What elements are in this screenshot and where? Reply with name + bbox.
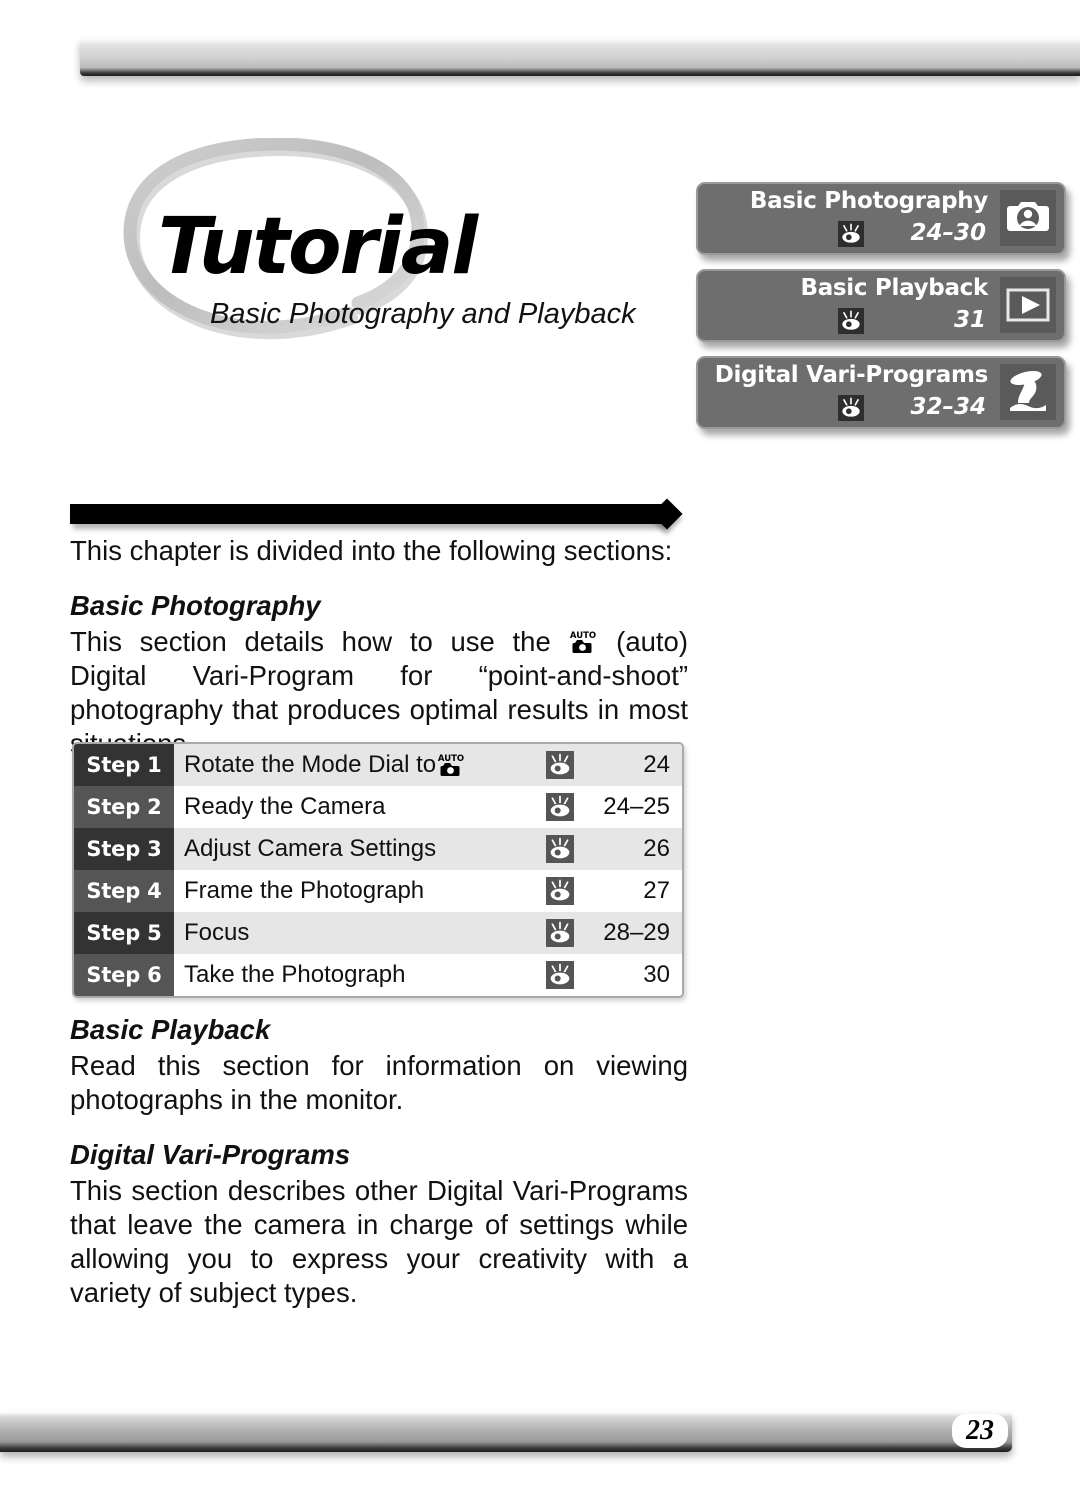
section-heading-basic-playback: Basic Playback <box>70 1014 271 1045</box>
eye-reference-icon <box>838 308 864 334</box>
body-text-before-icon: This section details how to use the <box>70 626 569 657</box>
camera-portrait-icon <box>1000 190 1056 246</box>
step-label: Take the Photograph <box>184 961 406 988</box>
table-row[interactable]: Step 6 Take the Photograph 30 <box>74 954 682 996</box>
auto-mode-icon: AUTO <box>570 629 596 655</box>
eye-reference-icon <box>838 221 864 247</box>
section-body-basic-photography: This section details how to use the AUTO… <box>70 625 688 761</box>
step-label: Ready the Camera <box>184 793 386 820</box>
section-nav-list: Basic Photography 24–30 Basic Playback 3… <box>696 182 1066 443</box>
step-page-ref: 30 <box>643 961 670 988</box>
table-row[interactable]: Step 3 Adjust Camera Settings 26 <box>74 828 682 870</box>
section-body-digital-vari-programs: This section describes other Digital Var… <box>70 1175 688 1308</box>
step-tag: Step 5 <box>74 912 174 954</box>
top-decorative-bar <box>80 38 1080 76</box>
footer-decorative-bar <box>0 1412 1012 1452</box>
eye-reference-icon <box>546 961 574 989</box>
step-tag: Step 1 <box>74 744 174 786</box>
step-tag: Step 3 <box>74 828 174 870</box>
vari-program-portrait-icon <box>1000 364 1056 420</box>
step-label: Frame the Photograph <box>184 877 425 904</box>
nav-box-pages: 32–34 <box>910 394 986 420</box>
table-row[interactable]: Step 2 Ready the Camera 24–25 <box>74 786 682 828</box>
step-tag: Step 6 <box>74 954 174 996</box>
step-page-ref: 27 <box>643 877 670 904</box>
page-number: 23 <box>952 1414 1008 1448</box>
chapter-body-lower: Basic Playback Read this section for inf… <box>70 1014 688 1310</box>
svg-text:AUTO: AUTO <box>438 754 464 764</box>
auto-mode-icon: AUTO <box>438 752 464 778</box>
nav-box-pages: 31 <box>953 307 986 333</box>
step-page-ref: 24–25 <box>603 793 670 820</box>
eye-reference-icon <box>546 919 574 947</box>
step-page-ref: 28–29 <box>603 919 670 946</box>
step-page-ref: 26 <box>643 835 670 862</box>
eye-reference-icon <box>546 835 574 863</box>
eye-reference-icon <box>838 395 864 421</box>
nav-box-basic-photography[interactable]: Basic Photography 24–30 <box>696 182 1066 255</box>
nav-box-title: Digital Vari-Programs <box>714 362 989 388</box>
eye-reference-icon <box>546 877 574 905</box>
eye-reference-icon <box>546 751 574 779</box>
section-heading-digital-vari-programs: Digital Vari-Programs <box>70 1139 351 1170</box>
section-heading-basic-photography: Basic Photography <box>70 590 321 621</box>
table-row[interactable]: Step 1 Rotate the Mode Dial to AUTO 24 <box>74 744 682 786</box>
eye-reference-icon <box>546 793 574 821</box>
nav-box-digital-vari-programs[interactable]: Digital Vari-Programs 32–34 <box>696 356 1066 429</box>
step-tag: Step 2 <box>74 786 174 828</box>
step-page-ref: 24 <box>643 751 670 778</box>
step-label: Adjust Camera Settings <box>184 835 437 862</box>
step-label: Rotate the Mode Dial to AUTO <box>174 744 546 786</box>
table-row[interactable]: Step 5 Focus 28–29 <box>74 912 682 954</box>
nav-box-pages: 24–30 <box>910 220 986 246</box>
step-label-text: Rotate the Mode Dial to <box>184 751 437 778</box>
nav-box-title: Basic Photography <box>749 188 988 214</box>
section-body-basic-playback: Read this section for information on vie… <box>70 1050 688 1115</box>
steps-table: Step 1 Rotate the Mode Dial to AUTO 24 S… <box>72 742 684 998</box>
chapter-title-block: Tutorial Basic Photography and Playback <box>110 130 690 370</box>
section-divider <box>70 498 690 530</box>
step-tag: Step 4 <box>74 870 174 912</box>
nav-box-title: Basic Playback <box>800 275 988 301</box>
chapter-body: This chapter is divided into the followi… <box>70 534 688 777</box>
nav-box-basic-playback[interactable]: Basic Playback 31 <box>696 269 1066 342</box>
step-label: Focus <box>184 919 250 946</box>
page-subtitle: Basic Photography and Playback <box>210 298 636 330</box>
svg-text:AUTO: AUTO <box>570 631 596 641</box>
page-title: Tutorial <box>158 202 478 292</box>
playback-play-icon <box>1000 277 1056 333</box>
divider-bar <box>70 504 665 524</box>
intro-paragraph: This chapter is divided into the followi… <box>70 535 673 566</box>
table-row[interactable]: Step 4 Frame the Photograph 27 <box>74 870 682 912</box>
